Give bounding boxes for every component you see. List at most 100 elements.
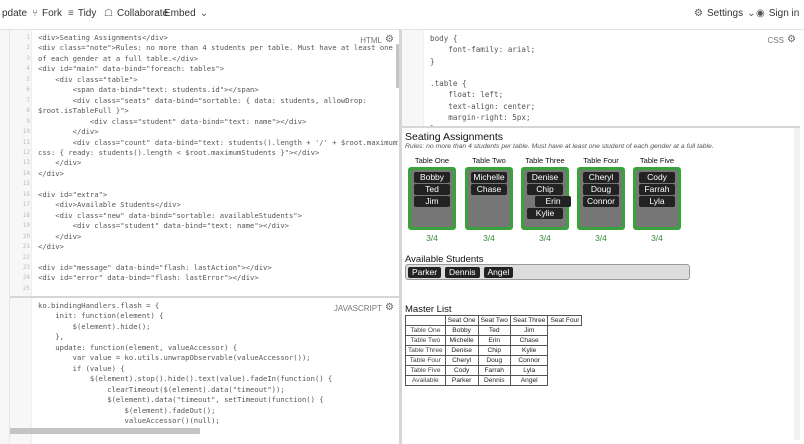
table-five: Table Five Cody Farrah Lyla 3/4: [631, 156, 683, 243]
student-card[interactable]: Bobby: [414, 172, 450, 183]
seat-count: 3/4: [426, 233, 438, 243]
available-students-area[interactable]: Parker Dennis Angel: [405, 264, 690, 280]
table-row: Table Three Denise Chip Kylie: [405, 345, 582, 356]
table-four: Table Four Cheryl Doug Connor 3/4: [575, 156, 627, 243]
html-pane-label: HTML: [360, 36, 382, 45]
table-row: Table One Bobby Ted Jim: [405, 325, 582, 336]
header-cell: Seat Three: [509, 315, 549, 326]
student-card[interactable]: Dennis: [445, 267, 480, 278]
student-card[interactable]: Jim: [414, 196, 450, 207]
update-button[interactable]: pdate: [2, 8, 27, 19]
fork-button[interactable]: ⑂ Fork: [32, 8, 62, 19]
rules-note: Rules: no more than 4 students per table…: [405, 143, 714, 150]
student-card[interactable]: Chip: [527, 184, 563, 195]
master-list-title: Master List: [405, 304, 452, 315]
student-card[interactable]: Lyla: [639, 196, 675, 207]
signin-label: Sign in: [768, 8, 800, 19]
css-editor-pane[interactable]: body { font-family: arial; } .table { fl…: [402, 30, 800, 126]
table-cell: Cody: [444, 365, 479, 376]
left-sidebar: [0, 30, 10, 444]
gear-icon[interactable]: ⚙: [385, 34, 394, 45]
collaborate-button[interactable]: ☖ Collaborate: [104, 8, 168, 19]
chevron-down-icon: ⌄: [199, 8, 209, 19]
table-cell: Chip: [477, 345, 511, 356]
table-row: Table Four Cheryl Doug Connor: [405, 355, 582, 366]
student-card[interactable]: Farrah: [639, 184, 675, 195]
js-hscrollbar[interactable]: [10, 428, 200, 434]
table-cell: Chase: [509, 335, 549, 346]
header-cell: [405, 315, 446, 326]
table-cell: Kylie: [509, 345, 549, 356]
student-card[interactable]: Kylie: [527, 208, 563, 219]
css-code[interactable]: body { font-family: arial; } .table { fl…: [430, 33, 535, 126]
html-editor-pane[interactable]: 1 2 3 4 5 6 7 8 9 10 11 12 13 14 15 16 1…: [10, 30, 398, 296]
fork-label: Fork: [42, 8, 62, 19]
js-editor-pane[interactable]: ko.bindingHandlers.flash = { init: funct…: [10, 298, 398, 444]
table-cell: Erin: [477, 335, 511, 346]
gear-icon[interactable]: ⚙: [385, 302, 394, 313]
table-cell: Michelle: [444, 335, 479, 346]
collaborate-icon: ☖: [104, 8, 113, 19]
table-label: Table Two: [472, 156, 506, 165]
js-code[interactable]: ko.bindingHandlers.flash = { init: funct…: [38, 301, 332, 426]
line-numbers: 1 2 3 4 5 6 7 8 9 10 11 12 13 14 15 16 1…: [22, 34, 30, 292]
seats-area[interactable]: Denise Chip Erin Kylie: [521, 167, 571, 230]
tidy-icon: ≡: [68, 8, 74, 19]
table-row: Table Two Michelle Erin Chase: [405, 335, 582, 346]
embed-button[interactable]: Embed ⌄: [164, 8, 208, 19]
student-card[interactable]: Doug: [583, 184, 619, 195]
css-pane-label: CSS: [767, 36, 784, 45]
student-card[interactable]: Denise: [527, 172, 563, 183]
row-header: Table Two: [405, 335, 446, 346]
table-cell: Parker: [444, 375, 479, 386]
seats-area[interactable]: Cheryl Doug Connor: [577, 167, 625, 230]
seats-area[interactable]: Cody Farrah Lyla: [633, 167, 681, 230]
student-card[interactable]: Angel: [483, 267, 514, 278]
gear-icon[interactable]: ⚙: [787, 34, 796, 45]
master-list-table: Seat One Seat Two Seat Three Seat Four T…: [405, 315, 583, 386]
student-card[interactable]: Connor: [583, 196, 619, 207]
html-code[interactable]: <div>Seating Assignments</div> <div clas…: [38, 33, 398, 284]
table-cell: Bobby: [444, 325, 479, 336]
student-card[interactable]: Cheryl: [583, 172, 619, 183]
table-cell: Angel: [509, 375, 549, 386]
embed-label: Embed: [164, 8, 196, 19]
seat-count: 3/4: [595, 233, 607, 243]
student-card[interactable]: Parker: [408, 267, 442, 278]
header-cell: Seat One: [444, 315, 479, 326]
seats-area[interactable]: Bobby Ted Jim: [408, 167, 456, 230]
header-cell: Seat Four: [547, 315, 583, 326]
table-cell: Ted: [477, 325, 511, 336]
table-label: Table Four: [583, 156, 619, 165]
line-gutter: [402, 30, 424, 126]
gear-icon: ⚙: [694, 8, 703, 19]
tidy-label: Tidy: [77, 8, 97, 19]
table-label: Table Five: [639, 156, 675, 165]
student-card-dragging[interactable]: Erin: [535, 196, 571, 207]
student-card[interactable]: Ted: [414, 184, 450, 195]
student-card[interactable]: Cody: [639, 172, 675, 183]
student-card[interactable]: Michelle: [471, 172, 507, 183]
result-title: Seating Assignments: [405, 131, 504, 143]
seats-area[interactable]: Michelle Chase: [465, 167, 513, 230]
table-label: Table One: [414, 156, 450, 165]
header-cell: Seat Two: [477, 315, 511, 326]
table-row: Table Five Cody Farrah Lyla: [405, 365, 582, 376]
signin-button[interactable]: ◉ Sign in: [756, 8, 799, 19]
table-three: Table Three Denise Chip Erin Kylie 3/4: [519, 156, 571, 243]
student-card[interactable]: Chase: [471, 184, 507, 195]
collaborate-label: Collaborate: [116, 8, 169, 19]
seat-count: 3/4: [483, 233, 495, 243]
table-one: Table One Bobby Ted Jim 3/4: [406, 156, 458, 243]
table-label: Table Three: [525, 156, 565, 165]
js-pane-label: JAVASCRIPT: [333, 304, 382, 313]
result-scrollbar[interactable]: [794, 128, 800, 440]
row-header: Table Three: [405, 345, 446, 356]
table-row: Available Parker Dennis Angel: [405, 375, 582, 386]
table-cell: Cheryl: [444, 355, 479, 366]
row-header: Available: [405, 375, 446, 386]
settings-button[interactable]: ⚙ Settings ⌄: [694, 8, 756, 19]
table-cell: Dennis: [477, 375, 511, 386]
table-cell: Lyla: [509, 365, 549, 376]
tidy-button[interactable]: ≡ Tidy: [68, 8, 96, 19]
